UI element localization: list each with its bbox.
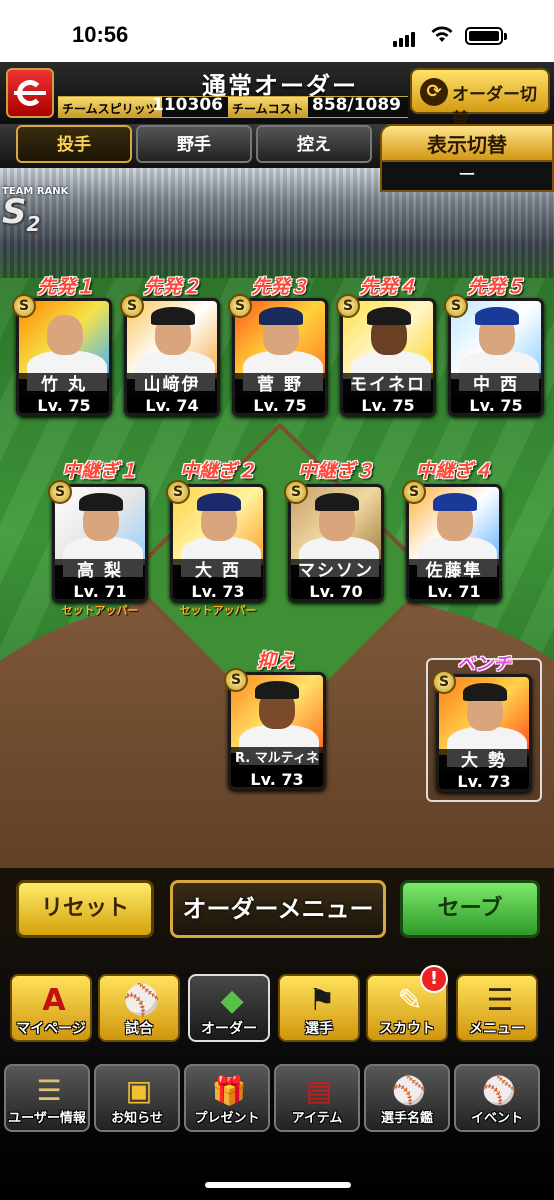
order-switch-button[interactable]: ⟳ オーダー切替 [410,68,550,130]
nav-label: メニュー [469,1021,525,1037]
nav-label: お知らせ [111,1111,163,1126]
gift-icon: 🎁 [211,1074,247,1107]
player-name: 佐藤隼 [409,559,499,583]
reliever-2-role: セットアッパー [179,604,257,617]
player-icon: ⚑ [308,983,336,1018]
nav-label: 試合 [125,1021,153,1037]
team-rank: TEAM RANK S2 [2,186,68,239]
battery-icon [465,27,507,45]
nav-news[interactable]: ▣ お知らせ [94,1064,180,1132]
order-menu-button[interactable]: オーダーメニュー [170,880,386,938]
mypage-icon: A [42,983,66,1018]
reliever-3-position: 中継ぎ３ [297,460,374,482]
nav-items[interactable]: ▤ アイテム [274,1064,360,1132]
signal-icon [393,28,417,47]
nav-label: アイテム [291,1111,343,1126]
player-level: Lv. 73 [173,581,263,599]
reliever-1-position: 中継ぎ１ [61,460,138,482]
nav-label: 選手 [305,1021,333,1037]
player-name: モイネロ [343,373,433,397]
wifi-icon [431,26,453,42]
player-name: 菅 野 [235,373,325,397]
team-spirit-label: チームスピリッツ [58,97,162,117]
status-time: 10:56 [72,22,129,47]
batter-icon: ⚾ [391,1074,427,1107]
player-name: 大 西 [173,559,263,583]
team-logo-icon [6,68,54,118]
nav-game[interactable]: ⚾ 試合 [98,974,180,1042]
view-switch-value: ー [380,162,554,192]
stadium-icon: ⚾ [123,983,161,1018]
rank-badge-icon: S [284,480,308,504]
player-level: Lv. 70 [291,581,381,599]
nav-label: マイページ [16,1021,86,1037]
nav-user-info[interactable]: ☰ ユーザー情報 [4,1064,90,1132]
starter-1-position: 先発１ [37,276,95,298]
nav-label: ユーザー情報 [8,1111,86,1126]
rank-badge-icon: S [336,294,360,318]
player-level: Lv. 71 [55,581,145,599]
rank-badge-icon: S [432,670,456,694]
player-level: Lv. 71 [409,581,499,599]
rank-badge-icon: S [402,480,426,504]
rank-badge-icon: S [48,480,72,504]
item-book-icon: ▤ [305,1074,333,1107]
player-name: R. マルティネス [231,747,323,787]
field-order-icon: ◆ [220,983,244,1018]
nav-label: 選手名鑑 [380,1111,433,1126]
player-name: 高 梨 [55,559,145,583]
rank-badge-icon: S [228,294,252,318]
nav-order[interactable]: ◆ オーダー [188,974,270,1042]
player-level: Lv. 73 [231,769,323,787]
player-name: マシソン [291,559,381,583]
nav-label: スカウト [379,1021,435,1037]
player-level: Lv. 75 [235,395,325,413]
tab-pitchers[interactable]: 投手 [16,125,132,163]
player-name: 大 勢 [439,749,529,773]
reset-button[interactable]: リセット [16,880,154,938]
bat-ball-icon: ⚾ [481,1074,517,1107]
nav-player-directory[interactable]: ⚾ 選手名鑑 [364,1064,450,1132]
rank-badge-icon: S [12,294,36,318]
refresh-icon: ⟳ [420,78,448,106]
reliever-1-role: セットアッパー [61,604,139,617]
save-button[interactable]: セーブ [400,880,540,938]
nav-present[interactable]: 🎁 プレゼント [184,1064,270,1132]
team-spirit-value: 110306 [152,95,223,115]
nav-players[interactable]: ⚑ 選手 [278,974,360,1042]
tab-fielders[interactable]: 野手 [136,125,252,163]
player-name: 竹 丸 [19,373,109,397]
nav-label: プレゼント [194,1111,260,1126]
player-level: Lv. 74 [127,395,217,413]
scout-alert-badge: ! [420,965,448,993]
player-level: Lv. 75 [19,395,109,413]
view-switch-button[interactable]: 表示切替 ー [380,124,554,192]
player-level: Lv. 75 [451,395,541,413]
tab-reserves[interactable]: 控え [256,125,372,163]
nav-label: オーダー [201,1021,257,1037]
status-bar: 10:56 [0,0,554,62]
team-cost-value: 858/1089 [312,95,402,115]
view-switch-label: 表示切替 [380,124,554,162]
team-cost-label: チームコスト [228,97,308,117]
rank-badge-icon: S [444,294,468,318]
team-rank-value: S2 [2,192,41,236]
home-indicator[interactable] [205,1182,351,1188]
player-level: Lv. 75 [343,395,433,413]
rank-badge-icon: S [166,480,190,504]
reliever-2-position: 中継ぎ２ [179,460,256,482]
user-card-icon: ☰ [36,1074,62,1107]
menu-icon: ☰ [486,983,514,1018]
news-icon: ▣ [125,1074,153,1107]
reliever-4-position: 中継ぎ４ [415,460,492,482]
player-level: Lv. 73 [439,771,529,789]
player-name: 中 西 [451,373,541,397]
player-name: 山﨑伊 [127,373,217,397]
nav-mypage[interactable]: A マイページ [10,974,92,1042]
nav-menu[interactable]: ☰ メニュー [456,974,538,1042]
rank-badge-icon: S [120,294,144,318]
rank-badge-icon: S [224,668,248,692]
nav-label: イベント [470,1111,523,1126]
nav-event[interactable]: ⚾ イベント [454,1064,540,1132]
